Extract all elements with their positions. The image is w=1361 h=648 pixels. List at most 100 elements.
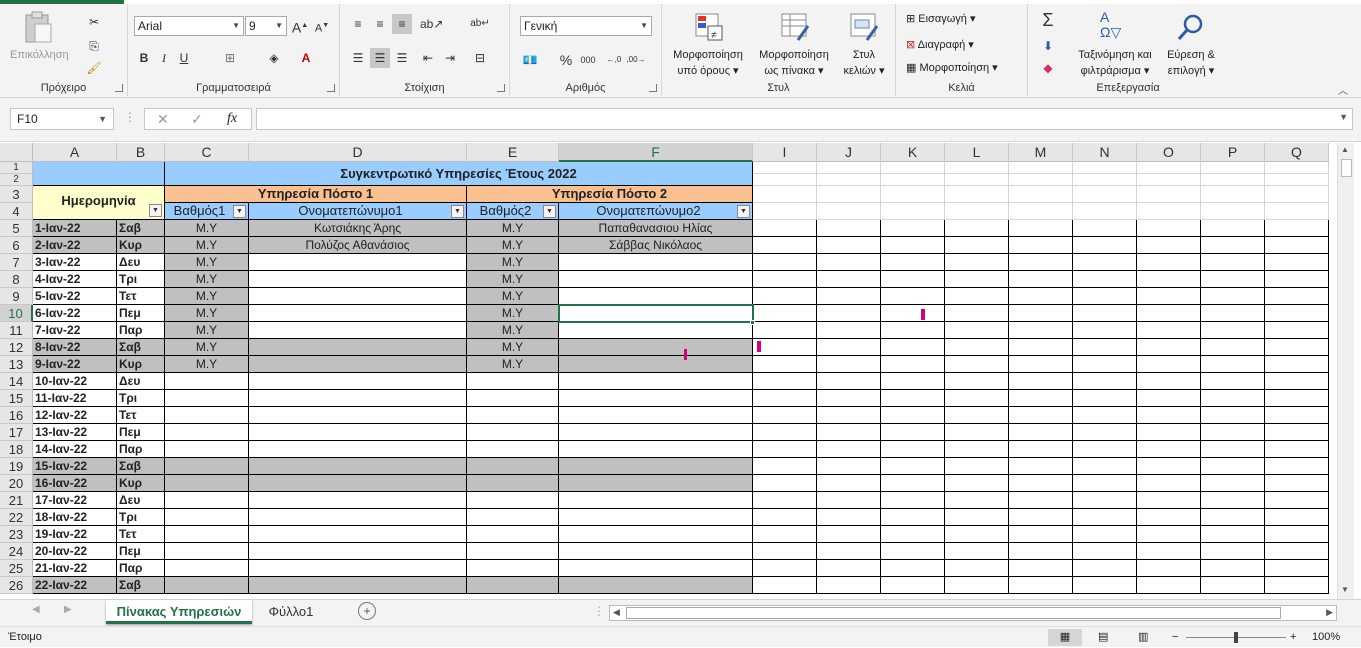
cell[interactable] — [881, 339, 945, 356]
cell[interactable] — [1201, 186, 1265, 203]
name1-cell[interactable] — [249, 526, 467, 543]
cell[interactable] — [1265, 305, 1329, 322]
grade2-cell[interactable] — [467, 475, 559, 492]
zoom-slider-thumb[interactable] — [1234, 632, 1238, 643]
decrease-font-icon[interactable]: A▼ — [312, 16, 332, 36]
cell[interactable] — [1073, 390, 1137, 407]
cell[interactable] — [1137, 203, 1201, 220]
cell[interactable] — [945, 373, 1009, 390]
select-all-corner[interactable] — [0, 143, 33, 162]
name1-cell[interactable] — [249, 560, 467, 577]
font-name-combo[interactable]: Arial ▼ — [134, 16, 244, 36]
day-cell[interactable]: Πεμ — [117, 543, 165, 560]
clipboard-launcher-icon[interactable] — [115, 84, 123, 92]
day-cell[interactable]: Σαβ — [117, 339, 165, 356]
cancel-icon[interactable]: ✕ — [157, 111, 169, 128]
grade1-cell[interactable]: Μ.Υ — [165, 254, 249, 271]
cell[interactable] — [1073, 543, 1137, 560]
autosum-icon[interactable]: Σ — [1038, 10, 1058, 30]
cell[interactable] — [1009, 475, 1073, 492]
cell[interactable] — [753, 526, 817, 543]
column-header[interactable]: E — [467, 143, 559, 162]
day-cell[interactable]: Σαβ — [117, 577, 165, 594]
cell[interactable] — [1137, 162, 1201, 174]
cell[interactable] — [1073, 560, 1137, 577]
grade2-cell[interactable]: Μ.Υ — [467, 339, 559, 356]
date-cell[interactable]: 19-Ιαν-22 — [33, 526, 117, 543]
name2-cell[interactable] — [559, 339, 753, 356]
day-cell[interactable]: Κυρ — [117, 356, 165, 373]
tab-scroll-right-icon[interactable]: ▶ — [64, 604, 72, 615]
fill-color-icon[interactable]: ◈ — [264, 48, 284, 68]
cell[interactable] — [1265, 560, 1329, 577]
date-cell[interactable]: 15-Ιαν-22 — [33, 458, 117, 475]
day-cell[interactable]: Παρ — [117, 322, 165, 339]
cell[interactable] — [1009, 424, 1073, 441]
grade1-cell[interactable] — [165, 458, 249, 475]
cell[interactable] — [1201, 203, 1265, 220]
column-header[interactable]: D — [249, 143, 467, 162]
page-layout-icon[interactable]: ▤ — [1098, 627, 1108, 648]
cell[interactable] — [1009, 162, 1073, 174]
grade1-cell[interactable] — [165, 526, 249, 543]
name1-cell[interactable] — [249, 254, 467, 271]
filter-dropdown-icon[interactable]: ▼ — [451, 205, 464, 218]
row-header[interactable]: 16 — [0, 407, 33, 424]
grade2-cell[interactable] — [467, 560, 559, 577]
cell[interactable] — [1201, 458, 1265, 475]
name2-cell[interactable] — [559, 407, 753, 424]
cell[interactable] — [753, 254, 817, 271]
grade1-cell[interactable] — [165, 407, 249, 424]
cell[interactable] — [881, 390, 945, 407]
cell[interactable] — [817, 186, 881, 203]
align-center-icon[interactable]: ☰ — [370, 48, 390, 68]
cell[interactable] — [817, 424, 881, 441]
day-cell[interactable]: Παρ — [117, 441, 165, 458]
cell[interactable] — [1265, 220, 1329, 237]
name2-cell[interactable] — [559, 577, 753, 594]
cell[interactable] — [817, 492, 881, 509]
cell[interactable] — [1073, 339, 1137, 356]
column-header[interactable]: N — [1073, 143, 1137, 162]
day-cell[interactable]: Τετ — [117, 288, 165, 305]
name2-cell[interactable] — [559, 441, 753, 458]
grade2-cell[interactable]: Μ.Υ — [467, 271, 559, 288]
cell[interactable] — [1073, 203, 1137, 220]
cell[interactable] — [817, 458, 881, 475]
cell[interactable] — [753, 475, 817, 492]
grade2-cell[interactable] — [467, 424, 559, 441]
cell[interactable] — [753, 441, 817, 458]
cell[interactable] — [1265, 577, 1329, 594]
row-header[interactable]: 21 — [0, 492, 33, 509]
day-cell[interactable]: Τετ — [117, 407, 165, 424]
name1-cell[interactable] — [249, 492, 467, 509]
expand-formula-icon[interactable]: ▼ — [1339, 112, 1348, 122]
cell[interactable] — [1201, 475, 1265, 492]
alignment-launcher-icon[interactable] — [497, 84, 505, 92]
cell[interactable] — [881, 441, 945, 458]
cell[interactable] — [1265, 203, 1329, 220]
cell[interactable] — [945, 203, 1009, 220]
cell[interactable] — [945, 543, 1009, 560]
cell[interactable] — [945, 441, 1009, 458]
name1-cell[interactable]: Κωτσιάκης Άρης — [249, 220, 467, 237]
name2-cell[interactable] — [559, 560, 753, 577]
row-header[interactable]: 20 — [0, 475, 33, 492]
name2-cell[interactable] — [559, 509, 753, 526]
name2-cell[interactable]: Παπαθανασιου Ηλίας — [559, 220, 753, 237]
cell[interactable] — [1073, 305, 1137, 322]
cell[interactable] — [1137, 509, 1201, 526]
date-cell[interactable]: 2-Ιαν-22 — [33, 237, 117, 254]
cell[interactable] — [881, 220, 945, 237]
grade1-cell[interactable] — [165, 373, 249, 390]
grade1-cell[interactable] — [165, 560, 249, 577]
column-header[interactable]: O — [1137, 143, 1201, 162]
active-cell-selection[interactable] — [558, 304, 754, 323]
cell[interactable] — [881, 254, 945, 271]
row-header[interactable]: 7 — [0, 254, 33, 271]
cell[interactable] — [1201, 390, 1265, 407]
column-header[interactable]: M — [1009, 143, 1073, 162]
cell[interactable] — [1265, 237, 1329, 254]
date-cell[interactable]: 6-Ιαν-22 — [33, 305, 117, 322]
cell[interactable] — [1137, 220, 1201, 237]
